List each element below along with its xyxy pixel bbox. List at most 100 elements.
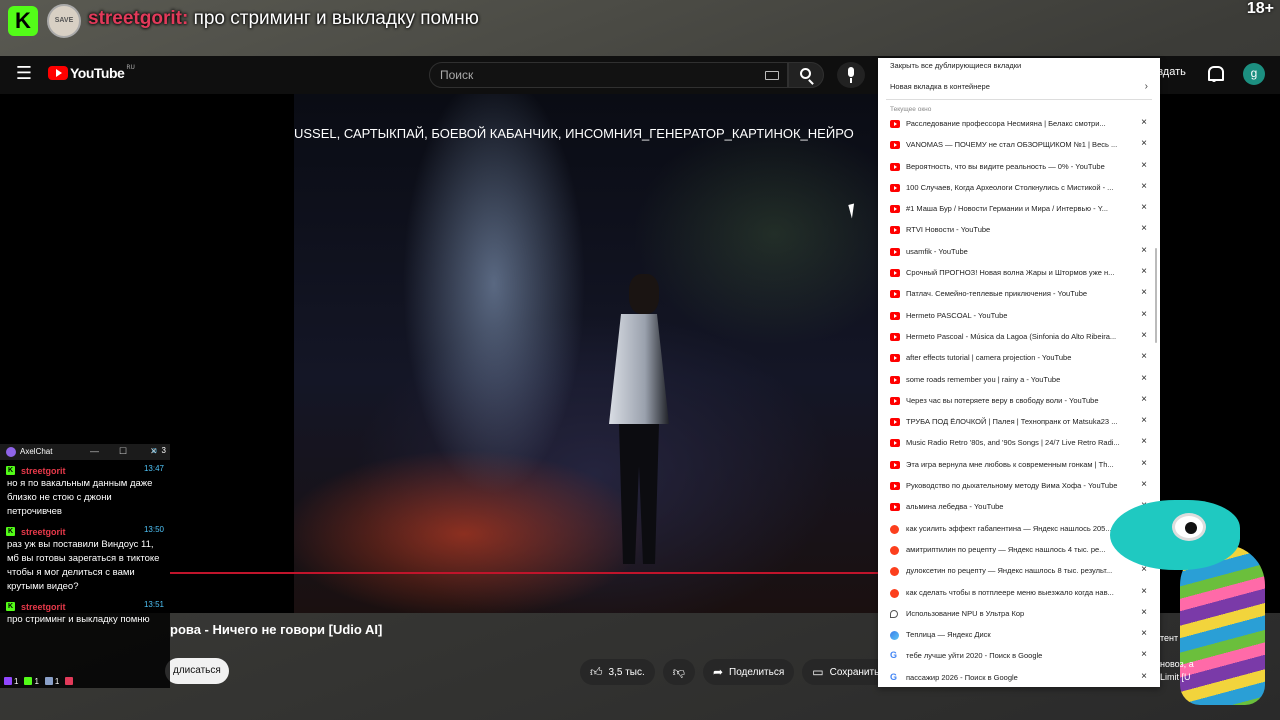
thumbs-down-icon: 👎︎ (672, 664, 685, 679)
platform-stats: 1 1 1 (0, 674, 170, 688)
partial-text: тент (1160, 633, 1179, 643)
tab-title: Срочный ПРОГНОЗ! Новая волна Жары и Штор… (906, 268, 1115, 278)
tab-title: Использование NPU в Ультра Кор (906, 608, 1025, 618)
close-tab-icon[interactable]: × (1141, 415, 1147, 426)
new-container-tab-label: Новая вкладка в контейнере (890, 82, 990, 91)
tab-title: альмина лебедва - YouTube (906, 502, 1004, 512)
axelchat-titlebar[interactable]: AxelChat — ☐ ✕ (0, 444, 170, 460)
tab-list-scrollbar[interactable] (1155, 248, 1157, 343)
subscribe-button[interactable]: длисаться (165, 658, 229, 684)
close-tab-icon[interactable]: × (1141, 223, 1147, 234)
tab-item[interactable]: Эта игра вернула мне любовь к современны… (878, 455, 1160, 476)
tab-item[interactable]: Расследование профессора Несмияна | Бела… (878, 114, 1160, 135)
close-tab-icon[interactable]: × (1141, 160, 1147, 171)
video-frame[interactable]: USSEL, САРТЫКПАЙ, БОЕВОЙ КАБАНЧИК, ИНСОМ… (294, 94, 878, 613)
kick-stat: 1 (24, 676, 39, 686)
close-tab-icon[interactable]: × (1141, 479, 1147, 490)
close-tab-icon[interactable]: × (1141, 394, 1147, 405)
save-label: Сохранить (829, 666, 880, 678)
share-icon: ➦ (712, 665, 724, 679)
close-tab-icon[interactable]: × (1141, 436, 1147, 447)
chat-text: про стриминг и выкладку помню (7, 614, 150, 625)
tab-item[interactable]: RTVI Новости - YouTube × (878, 220, 1160, 241)
tab-item[interactable]: Hermeto Pascoal - Música da Lagoa (Sinfo… (878, 327, 1160, 348)
search-button[interactable] (788, 62, 824, 88)
tab-item[interactable]: some roads remember you | rainy a - YouT… (878, 370, 1160, 391)
tab-item[interactable]: usamfik - YouTube × (878, 242, 1160, 263)
close-tab-icon[interactable]: × (1141, 309, 1147, 320)
youtube-favicon-icon (890, 482, 900, 491)
live-stat (65, 677, 75, 685)
tab-item[interactable]: Через час вы потеряете веру в свободу во… (878, 391, 1160, 412)
tab-item[interactable]: after effects tutorial | camera projecti… (878, 348, 1160, 369)
chat-nick: streetgorit (21, 601, 66, 612)
tab-title: Через час вы потеряете веру в свободу во… (906, 395, 1099, 405)
save-button[interactable]: ▭ Сохранить (802, 659, 890, 685)
partial-text: новоз, а (1160, 659, 1194, 669)
keyboard-icon[interactable] (765, 71, 779, 80)
voice-search-button[interactable] (837, 62, 865, 88)
tab-title: RTVI Новости - YouTube (906, 225, 991, 235)
close-tab-icon[interactable]: × (1141, 245, 1147, 256)
performer-head (629, 274, 659, 314)
menu-icon[interactable]: ☰ (14, 64, 34, 84)
chat-message: Kstreetgorit 13:47 но я по вакальным данны… (0, 460, 170, 521)
dislike-button[interactable]: 👎︎ (662, 659, 695, 685)
sock-puppet-eye (1172, 513, 1206, 541)
stream-chat-message: streetgorit: про стриминг и выкладку пом… (88, 8, 479, 30)
close-tab-icon[interactable]: × (1141, 373, 1147, 384)
close-tab-icon[interactable]: × (1141, 138, 1147, 149)
tab-item[interactable]: VANOMAS — ПОЧЕМУ не стал ОБЗОРЩИКОМ №1 |… (878, 135, 1160, 156)
notifications-bell-icon[interactable] (1207, 65, 1224, 82)
tab-title: VANOMAS — ПОЧЕМУ не стал ОБЗОРЩИКОМ №1 |… (906, 140, 1118, 150)
like-button[interactable]: 👍︎ 3,5 тыс. (580, 659, 655, 685)
tab-title: usamfik - YouTube (906, 246, 968, 256)
video-progress-bar[interactable] (170, 572, 878, 574)
stream-chat-text: про стриминг и выкладку помню (188, 8, 479, 29)
tab-title: тебе лучше уйти 2020 - Поиск в Google (906, 651, 1043, 661)
chevron-right-icon: › (1144, 81, 1148, 92)
search-icon (800, 68, 811, 79)
video-overlay-text: USSEL, САРТЫКПАЙ, БОЕВОЙ КАБАНЧИК, ИНСОМ… (294, 126, 854, 141)
axelchat-title: AxelChat (20, 447, 53, 456)
tab-item[interactable]: Music Radio Retro '80s, and '90s Songs |… (878, 433, 1160, 454)
close-tab-icon[interactable]: × (1141, 351, 1147, 362)
tab-item[interactable]: Вероятность, что вы видите реальность — … (878, 157, 1160, 178)
tab-title: пассажир 2026 - Поиск в Google (906, 672, 1018, 682)
tab-item[interactable]: Срочный ПРОГНОЗ! Новая волна Жары и Штор… (878, 263, 1160, 284)
close-tab-icon[interactable]: × (1141, 181, 1147, 192)
youtube-favicon-icon (890, 141, 900, 150)
new-container-tab[interactable]: Новая вкладка в контейнере › (890, 81, 1148, 92)
chat-nick: streetgorit (21, 526, 66, 537)
tab-item[interactable]: 100 Случаев, Когда Археологи Столкнулись… (878, 178, 1160, 199)
tab-title: Hermeto PASCOAL - YouTube (906, 310, 1008, 320)
chat-time: 13:50 (143, 525, 164, 534)
tab-item[interactable]: Патлач. Семейно-теплевые приключения - Y… (878, 284, 1160, 305)
tab-item[interactable]: Hermeto PASCOAL - YouTube × (878, 306, 1160, 327)
tab-item[interactable]: #1 Маша Бур / Новости Германии и Мира / … (878, 199, 1160, 220)
close-tab-icon[interactable]: × (1141, 330, 1147, 341)
tab-title: ТРУБА ПОД ЁЛОЧКОЙ | Палея | Технопранк о… (906, 417, 1118, 427)
close-tab-icon[interactable]: × (1141, 458, 1147, 469)
close-tab-icon[interactable]: × (1141, 202, 1147, 213)
search-input[interactable] (440, 68, 740, 82)
performer-torso (609, 314, 669, 424)
youtube-favicon-icon (890, 503, 900, 512)
tab-item[interactable]: ТРУБА ПОД ЁЛОЧКОЙ | Палея | Технопранк о… (878, 412, 1160, 433)
youtube-logo[interactable]: YouTube RU (48, 64, 135, 81)
user-avatar[interactable]: g (1243, 63, 1265, 85)
kick-count: 1 (34, 676, 39, 686)
share-button[interactable]: ➦ Поделиться (702, 659, 795, 685)
tab-title: some roads remember you | rainy a - YouT… (906, 374, 1061, 384)
yandex-favicon-icon (890, 524, 899, 534)
close-tab-icon[interactable]: × (1141, 287, 1147, 298)
close-tab-icon[interactable]: × (1141, 266, 1147, 277)
close-tab-icon[interactable]: × (1141, 117, 1147, 128)
tab-title: как усилить эффект габапентина — Яндекс … (906, 523, 1112, 533)
maximize-button[interactable]: ☐ (119, 446, 127, 457)
tab-title: #1 Маша Бур / Новости Германии и Мира / … (906, 204, 1108, 214)
minimize-button[interactable]: — (90, 446, 99, 456)
current-window-label: Текущее окно (890, 106, 932, 113)
stream-message-bar: K SAVE streetgorit: про стриминг и выкла… (0, 0, 1280, 42)
close-duplicate-tabs[interactable]: Закрыть все дублирующиеся вкладки (890, 61, 1021, 70)
